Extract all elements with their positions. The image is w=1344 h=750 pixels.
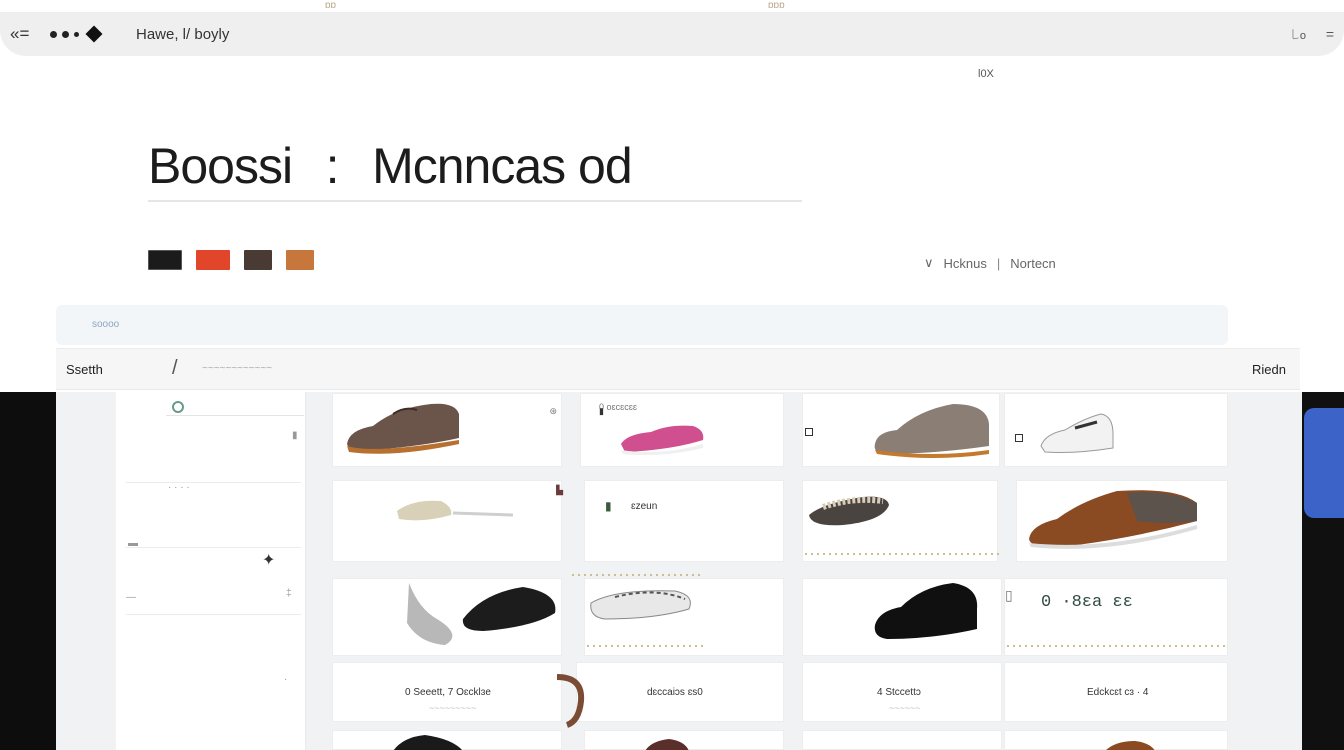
brown-oxford-shoe-image [347,403,459,454]
search-bar[interactable]: Ssetth / ~~~~~~~~~~~~ Riedn [56,348,1300,390]
toolbar-indicator[interactable]: ꒒o [1258,27,1306,42]
white-sneaker-image [1040,413,1114,453]
product-card[interactable] [584,730,784,750]
tan-leather-shoe-image [1029,490,1197,549]
product-card[interactable] [1004,730,1228,750]
product-card-label: dɛccaiɔs ɛs0 [647,687,703,698]
search-label[interactable]: Ssetth [66,362,103,377]
sort-option-a[interactable]: Hcknus [944,256,987,271]
product-card[interactable] [584,578,784,656]
sort-controls: ∨ Hcknus | Nortecn [924,255,1056,271]
filter-strip-text: soooo [92,319,120,330]
sidebar-item[interactable]: ▬ [128,538,138,549]
tag-icon: ▮ [599,406,604,416]
dotted-divider [1005,645,1229,647]
brand-badge[interactable] [196,250,230,270]
sidebar-toggle[interactable]: ▮ [292,430,298,441]
brown-shoe-image [645,739,689,750]
dotted-divider [585,645,705,647]
product-card[interactable]: dɛccaiɔs ɛs0 [556,662,784,728]
sidebar-item[interactable]: — [126,592,136,603]
search-icon [172,401,184,413]
brand-badge[interactable] [286,250,314,270]
product-card-sub: ~~~~~~ [889,703,921,713]
product-card-label: Edckcɛt cɜ · 4 [1087,687,1149,698]
curved-strap-image [556,674,585,728]
search-hint: ~~~~~~~~~~~~ [202,363,273,374]
product-card[interactable] [1016,480,1228,562]
black-loafer-image [407,583,556,645]
chevron-down-icon[interactable]: ∨ [924,255,934,271]
black-oxford-image [874,583,978,639]
menu-icon[interactable]: = [1306,26,1334,42]
top-marker-icon: ɒɒ [325,0,337,11]
dotted-divider [803,553,999,555]
favorite-icon[interactable]: ⊛ [549,406,557,417]
page-title: Boossi: Mcnncas od [148,138,802,194]
tag-icon: ▯ [1005,587,1013,603]
product-card[interactable]: ▙ [332,480,563,562]
browser-toolbar: «= Hawe, l/ boyly ꒒o = [0,12,1344,56]
dot-icon [50,30,57,38]
search-right-label[interactable]: Riedn [1252,362,1286,377]
product-card[interactable] [332,730,562,750]
product-card-label: 4 Stccettɔ [877,687,921,698]
sidebar-item[interactable]: · · · · [168,482,190,493]
back-arrow-icon[interactable]: «= [10,24,50,44]
product-card-label: 0 Seeett, 7 Oɛcklɜe [405,687,491,698]
page-title-right: Mcnncas od [372,138,633,194]
sandal-image [397,500,514,521]
page-title-separator: : [325,138,340,194]
page-title-left: Boossi [148,138,293,194]
product-card[interactable]: ⊛ [332,393,562,467]
tag-icon: ▮ [605,499,612,513]
product-card[interactable]: ▯ 0 ·8ɛa ɛɛ [1004,578,1229,656]
dotted-divider [570,574,700,576]
product-price: 0 ·8ɛa ɛɛ [1041,593,1133,612]
brand-badge[interactable] [148,250,182,270]
top-marker-icon: ɒɒɒ [768,0,785,11]
product-card[interactable] [802,578,1002,656]
product-card-label: ɛzeun [631,501,658,512]
filter-sidebar: ▮ · · · · ▬ ✦ — ‡ · [116,392,306,750]
product-card[interactable]: Edckcɛt cɜ · 4 [1004,662,1228,722]
product-card[interactable]: 0 oɛcɛcɛɛ ▮ [580,393,784,467]
sort-option-b[interactable]: Nortecn [1010,256,1056,271]
product-card[interactable] [332,578,562,656]
product-card[interactable] [1004,393,1228,467]
sidebar-search[interactable] [166,398,304,416]
black-shoe-image [393,735,463,750]
product-card[interactable]: 4 Stccettɔ ~~~~~~ [802,662,1002,722]
sidebar-toggle[interactable]: ‡ [286,588,292,599]
sort-separator: | [996,255,1001,271]
slash-icon: / [172,357,178,379]
brand-badges [148,250,314,270]
dot-icon [74,31,79,37]
brown-shoe-image [1106,741,1155,750]
grey-derby-shoe-image [874,404,989,458]
pink-sneaker-image [621,425,704,456]
dot-icon [62,30,69,38]
woven-slipper-image [809,496,889,526]
product-card[interactable] [802,480,999,562]
window-controls[interactable] [50,25,130,43]
product-card[interactable]: ▮ ɛzeun [584,480,784,562]
product-card[interactable] [802,730,1002,750]
top-edge-decoration: ɒɒ ɒɒɒ [0,0,1344,12]
product-card[interactable]: 0 Seeett, 7 Oɛcklɜe ~~~~~~~~~ [332,662,562,722]
filter-strip: soooo [56,305,1228,345]
dark-side-panel [0,392,56,750]
product-card[interactable] [802,393,1000,467]
page-info: l0X [978,68,994,80]
boot-thumbnail[interactable]: ▙ [556,485,563,496]
sidebar-toggle[interactable]: · [284,674,287,685]
page-heading: Boossi: Mcnncas od [148,138,802,202]
side-action-button[interactable] [1304,408,1344,518]
brand-badge[interactable] [244,250,272,270]
product-card-sub: ~~~~~~~~~ [429,703,477,713]
window-title: Hawe, l/ boyly [136,25,230,43]
diamond-icon [85,25,103,43]
cursor-icon: ✦ [262,552,276,569]
